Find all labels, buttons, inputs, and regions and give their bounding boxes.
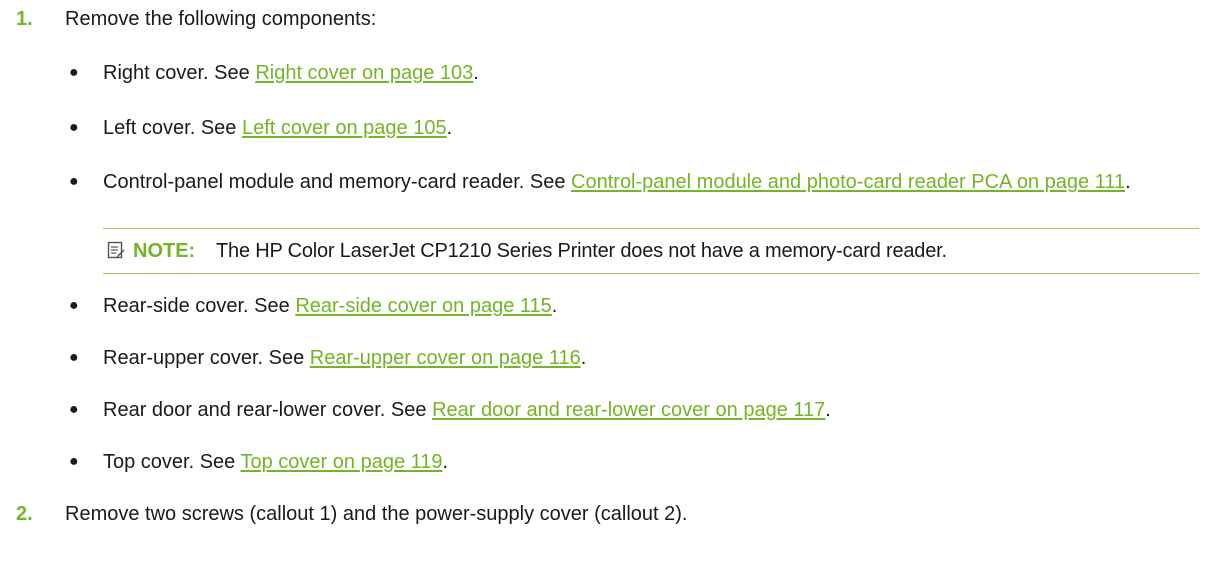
bullet-icon: ● xyxy=(69,173,79,190)
link-right-cover[interactable]: Right cover on page 103 xyxy=(255,62,473,84)
list-item-text: Top cover. See Top cover on page 119. xyxy=(103,451,449,473)
bullet-icon: ● xyxy=(69,401,79,418)
list-item-text: Right cover. See Right cover on page 103… xyxy=(103,62,479,84)
link-rear-side-cover[interactable]: Rear-side cover on page 115 xyxy=(295,295,551,317)
step-text: Remove two screws (callout 1) and the po… xyxy=(65,503,688,525)
note-box: NOTE: The HP Color LaserJet CP1210 Serie… xyxy=(103,228,1199,274)
bullet-icon: ● xyxy=(69,64,79,81)
link-top-cover[interactable]: Top cover on page 119 xyxy=(241,451,443,473)
step-text: Remove the following components: xyxy=(65,8,377,30)
list-item-text: Rear door and rear-lower cover. See Rear… xyxy=(103,399,831,421)
bullet-icon: ● xyxy=(69,453,79,470)
step-number: 2. xyxy=(16,503,33,525)
link-left-cover[interactable]: Left cover on page 105 xyxy=(242,117,447,139)
bullet-icon: ● xyxy=(69,297,79,314)
step-1: 1. Remove the following components: xyxy=(0,4,1213,34)
note-text: The HP Color LaserJet CP1210 Series Prin… xyxy=(216,240,947,262)
list-item-text: Rear-upper cover. See Rear-upper cover o… xyxy=(103,347,587,369)
step-2: 2. Remove two screws (callout 1) and the… xyxy=(0,499,1213,529)
link-control-panel[interactable]: Control-panel module and photo-card read… xyxy=(571,171,1125,193)
bullet-icon: ● xyxy=(69,349,79,366)
note-icon xyxy=(107,241,125,259)
step-number: 1. xyxy=(16,8,33,30)
list-item-text: Control-panel module and memory-card rea… xyxy=(103,171,1131,193)
link-rear-upper-cover[interactable]: Rear-upper cover on page 116 xyxy=(310,347,581,369)
list-item-text: Rear-side cover. See Rear-side cover on … xyxy=(103,295,558,317)
bullet-icon: ● xyxy=(69,119,79,136)
link-rear-door[interactable]: Rear door and rear-lower cover on page 1… xyxy=(432,399,825,421)
list-item-text: Left cover. See Left cover on page 105. xyxy=(103,117,453,139)
note-label: NOTE: xyxy=(133,240,196,262)
